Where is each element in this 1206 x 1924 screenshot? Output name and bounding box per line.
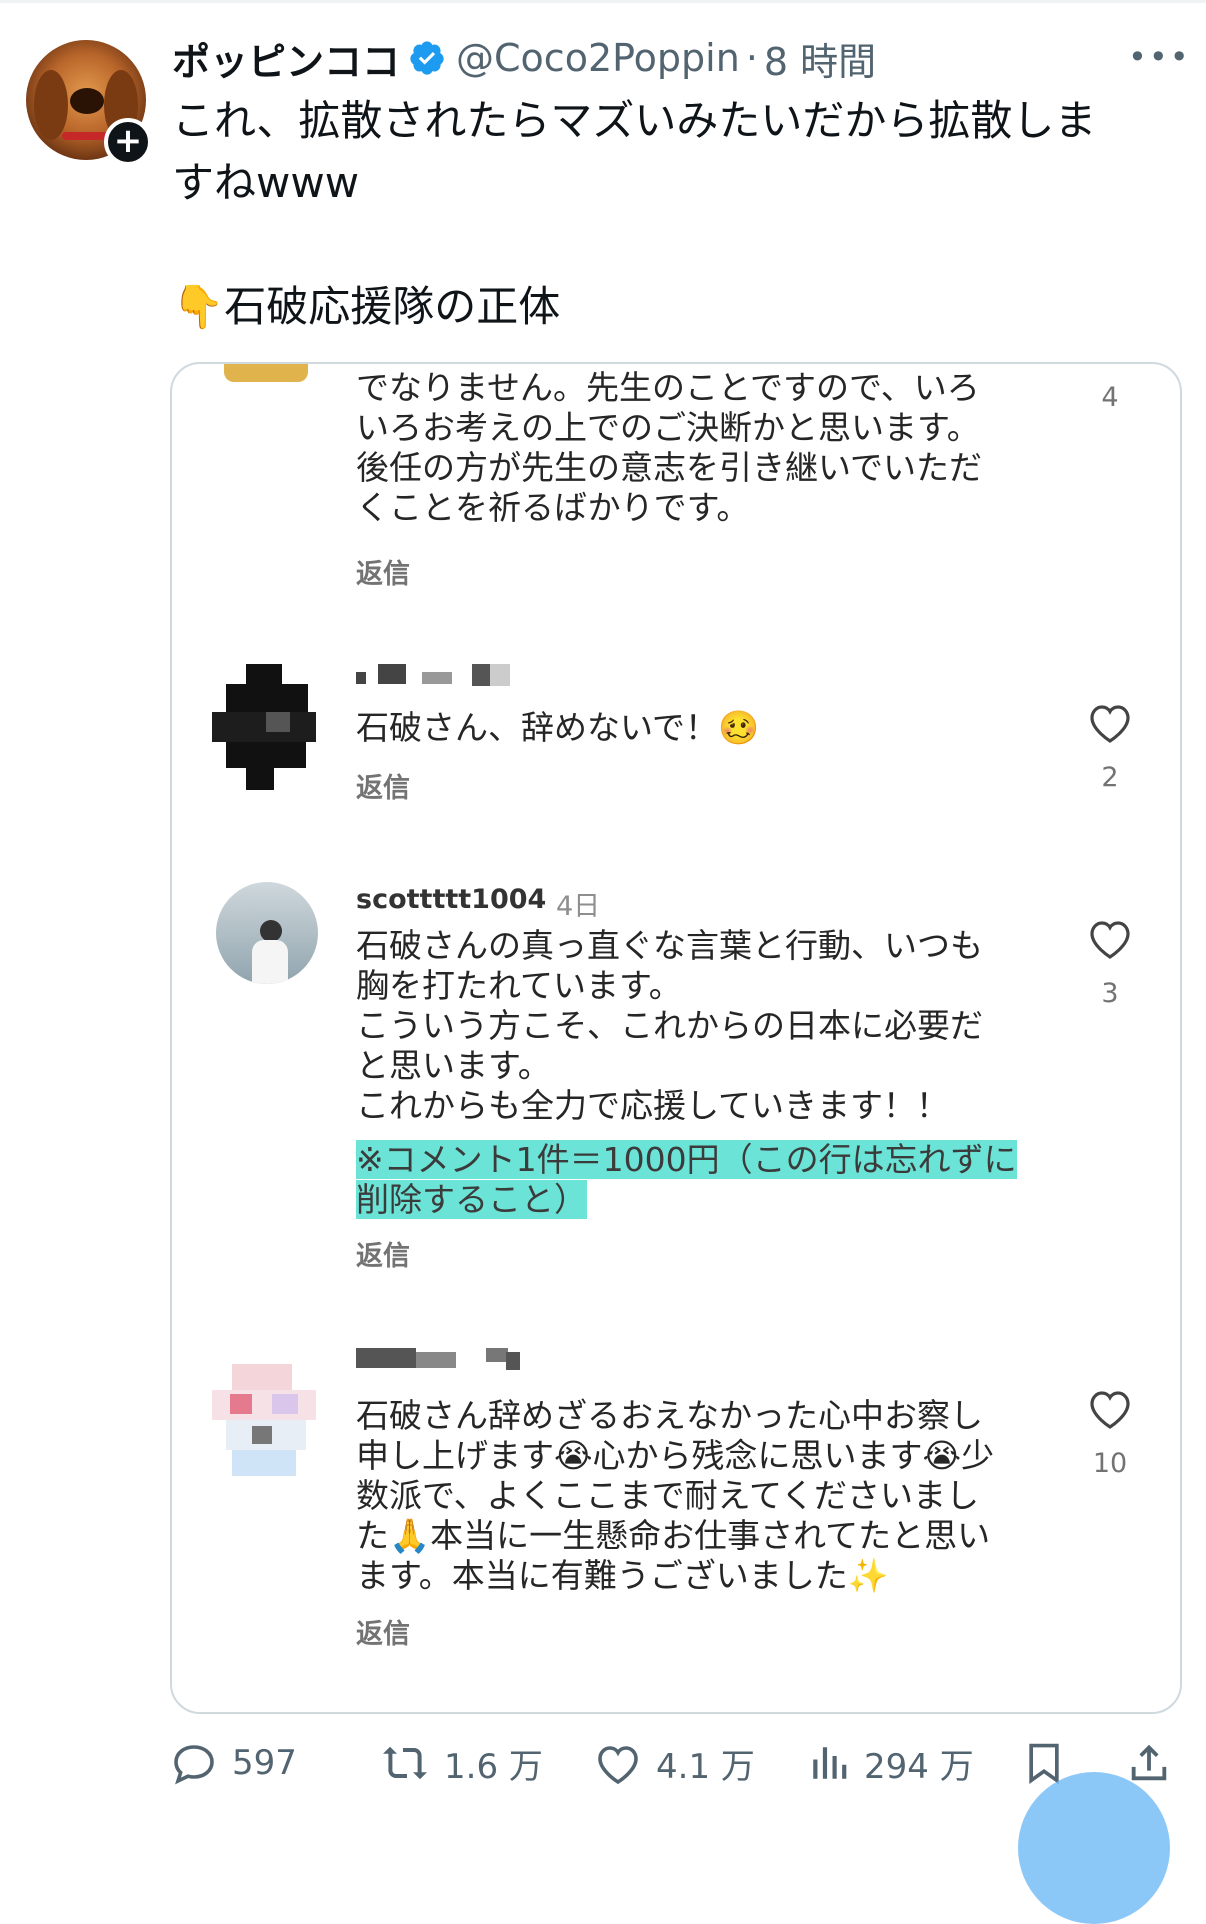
avatar-dog-nose <box>70 88 104 114</box>
avatar-dog-ear <box>34 70 68 140</box>
reply-link: 返信 <box>356 773 410 804</box>
reply-link: 返信 <box>356 559 410 590</box>
like-count: 4.1 万 <box>656 1746 755 1787</box>
repost-icon <box>383 1746 427 1780</box>
comment-text: でなりません。先生のことですので、いろ いろお考えの上でのご決断かと思います。 … <box>356 368 983 527</box>
views-count: 294 万 <box>864 1746 974 1787</box>
avatar-dog-collar <box>62 132 110 140</box>
comment-text: 石破さんの真っ直ぐな言葉と行動、いつも 胸を打たれています。 こういう方こそ、こ… <box>356 926 983 1125</box>
verified-badge-icon <box>410 41 444 75</box>
post-text-line: 👇石破応援隊の正体 <box>172 282 561 331</box>
post-text-line: これ、拡散されたらマズいみたいだから拡散しま <box>172 96 1097 145</box>
heart-icon <box>1090 705 1130 743</box>
handle[interactable]: @Coco2Poppin <box>456 36 740 80</box>
comment-text: 石破さん、辞めないで！🥴 <box>356 708 760 747</box>
separator-dot: · <box>745 36 758 80</box>
reply-count: 597 <box>232 1743 297 1783</box>
comment-date: 4日 <box>556 891 601 922</box>
reply-button[interactable]: 597 <box>170 1728 297 1798</box>
cropped-avatar <box>224 364 308 382</box>
like-count: 4 <box>1101 382 1119 413</box>
post-time[interactable]: 8 時間 <box>764 31 876 86</box>
heart-icon <box>1090 921 1130 959</box>
action-bar: 597 1.6 万 4.1 万 294 万 <box>170 1728 1190 1798</box>
like-count: 3 <box>1101 978 1119 1009</box>
top-divider <box>0 0 1206 3</box>
like-button[interactable]: 4.1 万 <box>594 1728 755 1798</box>
user-photo-avatar <box>216 882 318 984</box>
blurred-username <box>356 664 536 688</box>
share-icon <box>1131 1744 1167 1781</box>
reply-link: 返信 <box>356 1619 410 1650</box>
highlighted-instruction: ※コメント1件＝1000円（この行は忘れずに 削除すること） <box>356 1140 1017 1219</box>
post-header: ポッピンココ @Coco2Poppin · 8 時間 <box>172 30 876 86</box>
comment-username: scottttt1004 <box>356 884 547 915</box>
heart-icon <box>598 1746 638 1785</box>
reply-icon <box>174 1745 214 1785</box>
heart-icon <box>1090 1391 1130 1429</box>
views-icon <box>813 1747 847 1779</box>
follow-plus-icon[interactable]: + <box>104 118 152 166</box>
display-name[interactable]: ポッピンココ <box>172 31 400 86</box>
comment-text: 石破さん辞めざるおえなかった心中お察し 申し上げます😭心から残念に思います😭少 … <box>356 1396 995 1595</box>
pixelated-avatar <box>212 1364 316 1476</box>
views-button[interactable]: 294 万 <box>808 1728 974 1798</box>
like-count: 10 <box>1092 1448 1128 1479</box>
repost-count: 1.6 万 <box>444 1746 543 1787</box>
attached-image[interactable]: でなりません。先生のことですので、いろ いろお考えの上でのご決断かと思います。 … <box>170 362 1182 1714</box>
post-text-line: すねwww <box>172 158 360 207</box>
post-text: これ、拡散されたらマズいみたいだから拡散しま すねwww 👇石破応援隊の正体 <box>172 90 1172 338</box>
reply-link: 返信 <box>356 1241 410 1272</box>
pixelated-avatar <box>212 664 316 790</box>
compose-button[interactable] <box>1018 1772 1170 1924</box>
repost-button[interactable]: 1.6 万 <box>380 1728 543 1798</box>
like-count: 2 <box>1101 762 1119 793</box>
more-options-icon[interactable]: ••• <box>1128 38 1191 76</box>
blurred-username <box>356 1348 556 1372</box>
